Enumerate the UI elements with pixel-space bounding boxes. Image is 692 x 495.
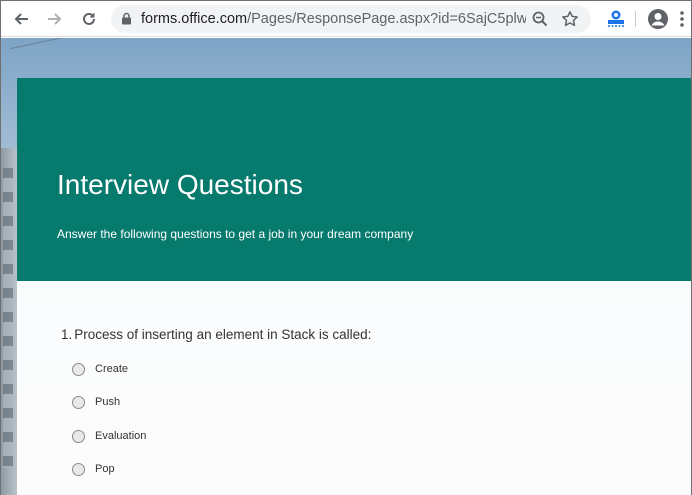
- form-title: Interview Questions: [57, 169, 303, 200]
- extension-icon[interactable]: [606, 9, 626, 29]
- question-number: 1.: [61, 327, 73, 342]
- bookmark-star-icon[interactable]: [561, 10, 579, 33]
- radio-button[interactable]: [72, 362, 85, 376]
- option-label: Push: [95, 396, 121, 408]
- form-subtitle: Answer the following questions to get a …: [57, 227, 414, 241]
- option-label: Pop: [95, 463, 115, 475]
- option-create[interactable]: Create: [72, 360, 128, 378]
- question-title: 1. Process of inserting an element in Sta…: [61, 327, 371, 342]
- background-building: [1, 148, 17, 495]
- radio-button[interactable]: [72, 429, 85, 443]
- radio-button[interactable]: [72, 462, 85, 476]
- background-image: [10, 38, 168, 49]
- address-bar[interactable]: forms.office.com/Pages/ResponsePage.aspx…: [111, 5, 591, 33]
- question-text: Process of inserting an element in Stack…: [74, 327, 372, 342]
- option-pop[interactable]: Pop: [72, 460, 115, 478]
- zoom-icon[interactable]: [531, 10, 549, 33]
- option-evaluation[interactable]: Evaluation: [72, 427, 146, 445]
- browser-toolbar: forms.office.com/Pages/ResponsePage.aspx…: [1, 1, 691, 37]
- menu-dots-icon[interactable]: [679, 10, 685, 33]
- option-label: Create: [95, 363, 129, 375]
- forward-arrow-icon[interactable]: [43, 7, 67, 31]
- toolbar-divider: [635, 11, 636, 27]
- option-push[interactable]: Push: [72, 393, 120, 411]
- reload-icon[interactable]: [77, 7, 101, 31]
- option-label: Evaluation: [95, 430, 147, 442]
- lock-icon: [121, 12, 132, 30]
- back-arrow-icon[interactable]: [9, 7, 33, 31]
- form-header: Interview Questions Answer the following…: [17, 78, 691, 281]
- profile-avatar-icon[interactable]: [647, 8, 669, 35]
- url-text[interactable]: forms.office.com/Pages/ResponsePage.aspx…: [141, 11, 526, 27]
- radio-button[interactable]: [72, 395, 85, 409]
- form-body: 1. Process of inserting an element in Sta…: [17, 281, 691, 495]
- form-page: Interview Questions Answer the following…: [1, 38, 691, 495]
